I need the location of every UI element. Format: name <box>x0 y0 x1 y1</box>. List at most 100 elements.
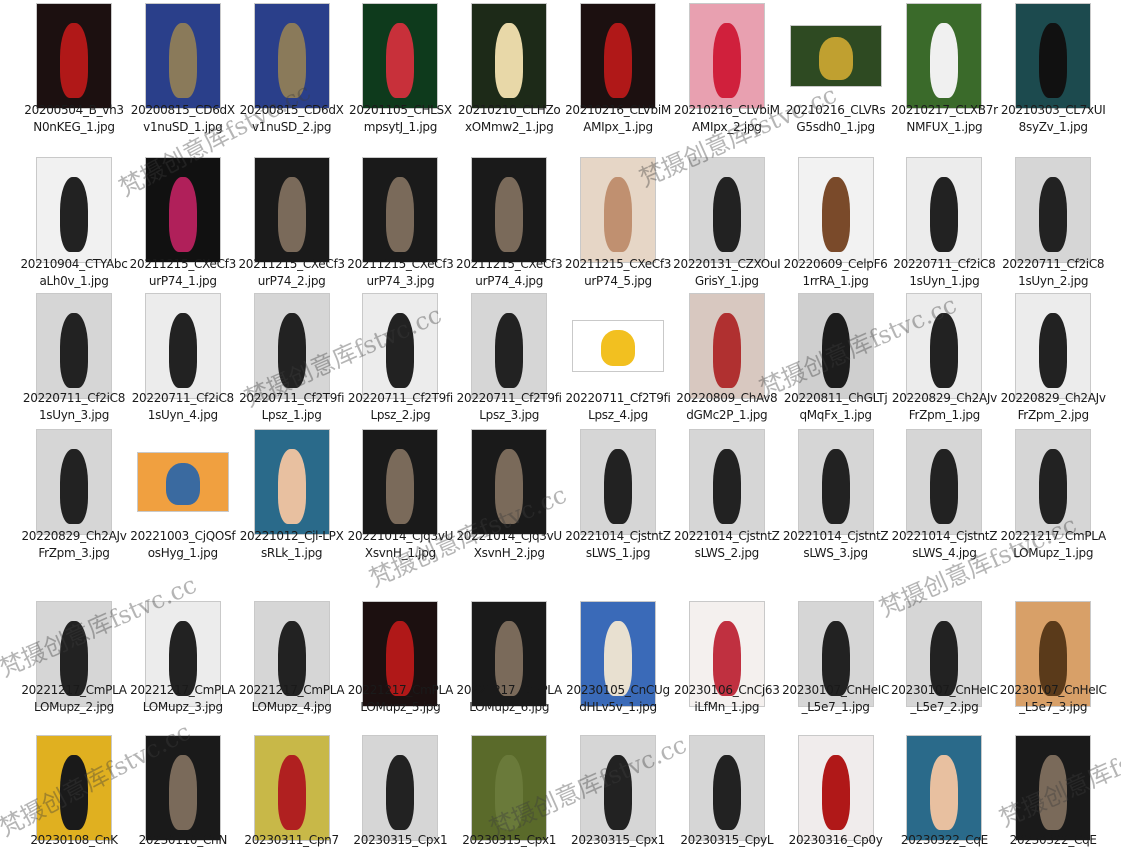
file-item[interactable]: 20220711_Cf2T9fiLpsz_2.jpg <box>346 294 454 424</box>
file-item[interactable]: 20210303_CL7xUI8syZv_1.jpg <box>999 4 1107 134</box>
file-item[interactable]: 20230107_CnHeIC_L5e7_2.jpg <box>890 602 998 732</box>
file-item[interactable]: 20230322_CqE <box>890 736 998 866</box>
file-item[interactable]: 20230311_Cpn7 <box>238 736 346 866</box>
file-item[interactable]: 20210217_CLXB7rNMFUX_1.jpg <box>890 4 998 134</box>
thumbnail-frame <box>20 430 128 534</box>
file-name: 20220829_Ch2AJvFrZpm_3.jpg <box>21 529 127 560</box>
file-item[interactable]: 20230105_CnCUgdHLv5v_1.jpg <box>564 602 672 732</box>
file-item[interactable]: 20210216_CLVRsG5sdh0_1.jpg <box>782 4 890 134</box>
file-name: 20220829_Ch2AJvFrZpm_2.jpg <box>1000 391 1106 422</box>
image-thumbnail <box>907 736 982 840</box>
thumbnail-frame <box>564 430 672 534</box>
file-item[interactable]: 20221217_CmPLALOMupz_2.jpg <box>20 602 128 732</box>
thumbnail-figure <box>930 449 959 524</box>
thumbnail-frame <box>673 430 781 534</box>
thumbnail-frame <box>455 294 563 398</box>
image-thumbnail <box>145 4 220 108</box>
file-item[interactable]: 20221014_Cjq3vUXsvnH_2.jpg <box>455 430 563 560</box>
file-item[interactable]: 20230107_CnHeIC_L5e7_3.jpg <box>999 602 1107 732</box>
file-item[interactable]: 20200815_CD6dXv1nuSD_1.jpg <box>129 4 237 134</box>
file-item[interactable]: 20220711_Cf2T9fiLpsz_4.jpg <box>564 294 672 424</box>
file-item[interactable]: 20200815_CD6dXv1nuSD_2.jpg <box>238 4 346 134</box>
file-item[interactable]: 20221003_CjQOSfosHyg_1.jpg <box>129 430 237 560</box>
thumbnail-figure <box>712 313 741 388</box>
file-name: 20230105_CnCUgdHLv5v_1.jpg <box>566 683 670 714</box>
file-name: 20210303_CL7xUI8syZv_1.jpg <box>1000 103 1106 134</box>
file-item[interactable]: 20220829_Ch2AJvFrZpm_3.jpg <box>20 430 128 560</box>
file-item[interactable]: 20221217_CmPLALOMupz_6.jpg <box>455 602 563 732</box>
file-item[interactable]: 20200504_B_vh3N0nKEG_1.jpg <box>20 4 128 134</box>
file-item[interactable]: 20220711_Cf2iC81sUyn_3.jpg <box>20 294 128 424</box>
image-thumbnail <box>581 4 655 108</box>
thumbnail-figure <box>930 23 959 98</box>
image-thumbnail <box>254 294 329 398</box>
file-item[interactable]: 20221217_CmPLALOMupz_3.jpg <box>129 602 237 732</box>
file-item[interactable]: 20230322_CqE <box>999 736 1107 866</box>
file-name: 20221014_CjstntZsLWS_3.jpg <box>782 529 889 560</box>
file-item[interactable]: 20220711_Cf2iC81sUyn_2.jpg <box>999 158 1107 288</box>
thumbnail-figure <box>386 755 415 830</box>
thumbnail-figure <box>277 23 306 98</box>
file-item[interactable]: 20211215_CXeCf3urP74_1.jpg <box>129 158 237 288</box>
file-item[interactable]: 20221014_CjstntZsLWS_1.jpg <box>564 430 672 560</box>
file-item[interactable]: 20220829_Ch2AJvFrZpm_2.jpg <box>999 294 1107 424</box>
file-item[interactable]: 20221014_Cjq3vUXsvnH_1.jpg <box>346 430 454 560</box>
file-item[interactable]: 20230315_Cpx1 <box>346 736 454 866</box>
file-name: 20230315_Cpx1 <box>571 833 665 847</box>
image-thumbnail <box>363 736 438 840</box>
file-item[interactable]: 20221014_CjstntZsLWS_2.jpg <box>673 430 781 560</box>
thumbnail-figure <box>818 37 853 80</box>
file-name: 20230315_Cpx1 <box>462 833 557 847</box>
file-name: 20220811_ChGLTjqMqFx_1.jpg <box>783 391 888 422</box>
file-item[interactable]: 20230316_Cp0y <box>782 736 890 866</box>
file-item[interactable]: 20210210_CLHZoxOMmw2_1.jpg <box>455 4 563 134</box>
file-item[interactable]: 20211215_CXeCf3urP74_2.jpg <box>238 158 346 288</box>
file-item[interactable]: 20220711_Cf2T9fiLpsz_1.jpg <box>238 294 346 424</box>
file-item[interactable]: 20230110_CnN <box>129 736 237 866</box>
thumbnail-figure <box>386 177 415 252</box>
file-item[interactable]: 20211215_CXeCf3urP74_5.jpg <box>564 158 672 288</box>
thumbnail-figure <box>821 449 850 524</box>
file-item[interactable]: 20201105_CHLSXmpsytJ_1.jpg <box>346 4 454 134</box>
file-item[interactable]: 20221014_CjstntZsLWS_4.jpg <box>890 430 998 560</box>
file-item[interactable]: 20230108_CnK <box>20 736 128 866</box>
file-item[interactable]: 20221217_CmPLALOMupz_5.jpg <box>346 602 454 732</box>
file-item[interactable]: 20220711_Cf2iC81sUyn_1.jpg <box>890 158 998 288</box>
file-item[interactable]: 20220811_ChGLTjqMqFx_1.jpg <box>782 294 890 424</box>
file-item[interactable]: 20221217_CmPLALOMupz_1.jpg <box>999 430 1107 560</box>
thumbnail-frame <box>999 158 1107 262</box>
file-item[interactable]: 20230315_Cpx1 <box>455 736 563 866</box>
file-name: 20220131_CZXOuIGrisY_1.jpg <box>673 257 781 288</box>
file-item[interactable]: 20230315_Cpx1 <box>564 736 672 866</box>
thumbnail-frame <box>890 4 998 108</box>
file-item[interactable]: 20211215_CXeCf3urP74_3.jpg <box>346 158 454 288</box>
file-item[interactable]: 20220711_Cf2T9fiLpsz_3.jpg <box>455 294 563 424</box>
file-item[interactable]: 20210216_CLVbiMAMIpx_1.jpg <box>564 4 672 134</box>
file-item[interactable]: 20221217_CmPLALOMupz_4.jpg <box>238 602 346 732</box>
file-item[interactable]: 20221012_Cjl-LPXsRLk_1.jpg <box>238 430 346 560</box>
thumbnail-figure <box>165 463 200 505</box>
file-item[interactable]: 20220711_Cf2iC81sUyn_4.jpg <box>129 294 237 424</box>
file-item[interactable]: 20220131_CZXOuIGrisY_1.jpg <box>673 158 781 288</box>
thumbnail-frame <box>673 736 781 840</box>
file-name: 20211215_CXeCf3urP74_2.jpg <box>238 257 345 288</box>
file-item[interactable]: 20230106_CnCj63iLfMn_1.jpg <box>673 602 781 732</box>
file-item[interactable]: 20221014_CjstntZsLWS_3.jpg <box>782 430 890 560</box>
image-thumbnail <box>790 26 881 86</box>
file-item[interactable]: 20220829_Ch2AJvFrZpm_1.jpg <box>890 294 998 424</box>
file-name: 20220711_Cf2iC81sUyn_4.jpg <box>131 391 234 422</box>
file-item[interactable]: 20210904_CTYAbcaLh0v_1.jpg <box>20 158 128 288</box>
file-name: 20230311_Cpn7 <box>244 833 339 847</box>
file-item[interactable]: 20211215_CXeCf3urP74_4.jpg <box>455 158 563 288</box>
file-item[interactable]: 20220609_CelpF61rrRA_1.jpg <box>782 158 890 288</box>
file-item[interactable]: 20230315_CpyL <box>673 736 781 866</box>
image-thumbnail <box>472 430 547 534</box>
image-thumbnail <box>254 158 329 262</box>
thumbnail-figure <box>386 313 415 388</box>
thumbnail-figure <box>821 755 850 830</box>
file-item[interactable]: 20220809_ChAv8dGMc2P_1.jpg <box>673 294 781 424</box>
file-item[interactable]: 20230107_CnHeIC_L5e7_1.jpg <box>782 602 890 732</box>
file-item[interactable]: 20210216_CLVbiMAMIpx_2.jpg <box>673 4 781 134</box>
thumbnail-figure <box>168 313 197 388</box>
file-name: 20200815_CD6dXv1nuSD_1.jpg <box>130 103 235 134</box>
